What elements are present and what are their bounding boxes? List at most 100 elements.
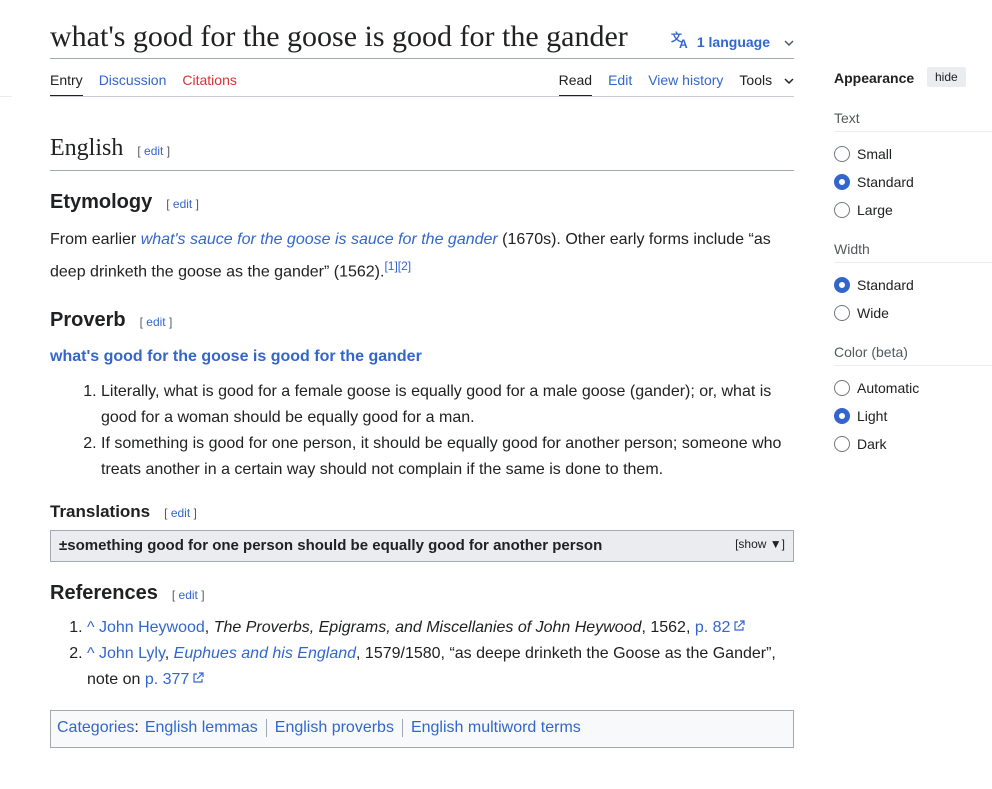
edit-link[interactable]: edit [173, 197, 192, 211]
reference-work-link[interactable]: Euphues and his England [174, 645, 356, 662]
tab-citations[interactable]: Citations [182, 72, 236, 97]
radio-color-dark[interactable]: Dark [834, 436, 887, 452]
translation-box[interactable]: ±something good for one person should be… [50, 530, 794, 562]
category-link[interactable]: English multiword terms [411, 719, 581, 737]
radio-color-automatic[interactable]: Automatic [834, 380, 919, 396]
radio-text-small[interactable]: Small [834, 146, 892, 162]
page-link-text: p. 82 [694, 619, 731, 636]
english-divider [50, 170, 794, 171]
reference-sep: , [164, 645, 174, 662]
edit-link[interactable]: edit [171, 506, 190, 520]
proverb-headword[interactable]: what's good for the goose is good for th… [50, 348, 422, 366]
tab-entry[interactable]: Entry [50, 72, 83, 97]
tab-view-history[interactable]: View history [648, 72, 723, 97]
radio-circle[interactable] [834, 174, 850, 190]
tabs-divider [50, 96, 794, 97]
divider [834, 131, 992, 132]
translate-icon: 文A [671, 30, 691, 52]
text-label: Text [834, 110, 860, 126]
categories-link[interactable]: Categories [57, 719, 134, 737]
page-link[interactable]: p. 82 [695, 619, 746, 636]
title-divider [50, 58, 794, 59]
radio-circle[interactable] [834, 202, 850, 218]
reference-backlink[interactable]: ^ John Heywood [87, 619, 205, 636]
reference-work: The Proverbs, Epigrams, and Miscellanies… [213, 619, 642, 636]
page-title: what's good for the goose is good for th… [50, 20, 628, 53]
tab-read[interactable]: Read [558, 72, 593, 97]
reference-backlink[interactable]: ^ John Lyly [87, 645, 165, 662]
reference-tail: , 1579/1580, “as deepe drinketh the Goos… [356, 645, 776, 662]
translation-gloss: ±something good for one person should be… [59, 537, 603, 554]
edit-section-references[interactable]: [ edit ] [172, 588, 205, 602]
reference-sep: , [204, 619, 214, 636]
language-button[interactable]: 文A 1 language [671, 30, 794, 52]
edit-link[interactable]: edit [144, 144, 163, 158]
reference-item: ^ John Heywood, The Proverbs, Epigrams, … [87, 615, 780, 641]
edit-section-translations[interactable]: [ edit ] [164, 506, 197, 520]
radio-circle[interactable] [834, 408, 850, 424]
tools-label: Tools [739, 72, 773, 88]
etymology-link[interactable]: what's sauce for the goose is sauce for … [141, 231, 498, 248]
radio-width-standard[interactable]: Standard [834, 277, 914, 293]
etymology-mid: (1670s). Other early forms include “as [497, 231, 771, 248]
left-rule [0, 96, 12, 97]
radio-label: Automatic [857, 380, 920, 396]
heading-etymology: Etymology [ edit ] [50, 191, 199, 214]
category-separator [265, 719, 267, 737]
heading-english-text: English [50, 135, 124, 161]
category-separator [401, 719, 403, 737]
heading-translations: Translations [ edit ] [50, 502, 197, 522]
radio-label: Standard [857, 277, 914, 293]
radio-width-wide[interactable]: Wide [834, 305, 889, 321]
radio-color-light[interactable]: Light [834, 408, 887, 424]
radio-circle[interactable] [834, 436, 850, 452]
page-link[interactable]: p. 377 [145, 671, 204, 688]
etymology-prefix: From earlier [50, 231, 141, 248]
hide-button[interactable]: hide [927, 67, 966, 87]
tab-tools[interactable]: Tools [739, 72, 794, 97]
divider [834, 365, 992, 366]
language-label: 1 language [696, 33, 770, 50]
heading-references-text: References [50, 582, 158, 604]
heading-translations-text: Translations [50, 502, 151, 521]
list-item: Literally, what is good for a female goo… [101, 379, 794, 431]
edit-section-proverb[interactable]: [ edit ] [140, 315, 173, 329]
radio-label: Large [857, 202, 893, 218]
radio-label: Light [857, 408, 888, 424]
radio-text-large[interactable]: Large [834, 202, 893, 218]
tab-discussion[interactable]: Discussion [99, 72, 167, 97]
radio-text-standard[interactable]: Standard [834, 174, 914, 190]
chevron-down-icon [784, 34, 794, 50]
headword-link[interactable]: what's good for the goose is good for th… [50, 348, 422, 365]
radio-label: Small [857, 146, 893, 162]
etymology-text: From earlier what's sauce for the goose … [50, 227, 794, 285]
radio-label: Dark [857, 436, 887, 452]
heading-etymology-text: Etymology [50, 191, 153, 213]
radio-circle[interactable] [834, 146, 850, 162]
edit-link[interactable]: edit [146, 315, 165, 329]
heading-proverb: Proverb [ edit ] [50, 309, 172, 332]
external-link-icon [734, 620, 746, 631]
etymology-line2: deep drinketh the goose as the gander” (… [50, 263, 385, 281]
list-item: If something is good for one person, it … [101, 431, 794, 483]
heading-references: References [ edit ] [50, 582, 205, 605]
show-toggle[interactable]: [show ▼] [735, 537, 785, 551]
external-link-icon [193, 672, 204, 683]
chevron-down-icon [784, 78, 794, 85]
reference-links[interactable]: [1][2] [384, 259, 411, 273]
radio-circle[interactable] [834, 380, 850, 396]
edit-section-etymology[interactable]: [ edit ] [166, 197, 199, 211]
edit-link[interactable]: edit [179, 588, 198, 602]
reference-note: note on [87, 671, 145, 688]
page-link-text: p. 377 [144, 671, 190, 688]
reference-item: ^ John Lyly, Euphues and his England, 15… [87, 641, 780, 693]
category-link[interactable]: English proverbs [275, 719, 394, 737]
heading-proverb-text: Proverb [50, 309, 126, 331]
edit-section-english[interactable]: [ edit ] [137, 144, 170, 158]
category-link[interactable]: English lemmas [145, 719, 258, 737]
tab-edit[interactable]: Edit [608, 72, 632, 97]
heading-english: English [ edit ] [50, 135, 170, 162]
radio-circle[interactable] [834, 277, 850, 293]
categories-box: Categories: English lemmas English prove… [50, 710, 794, 748]
radio-circle[interactable] [834, 305, 850, 321]
